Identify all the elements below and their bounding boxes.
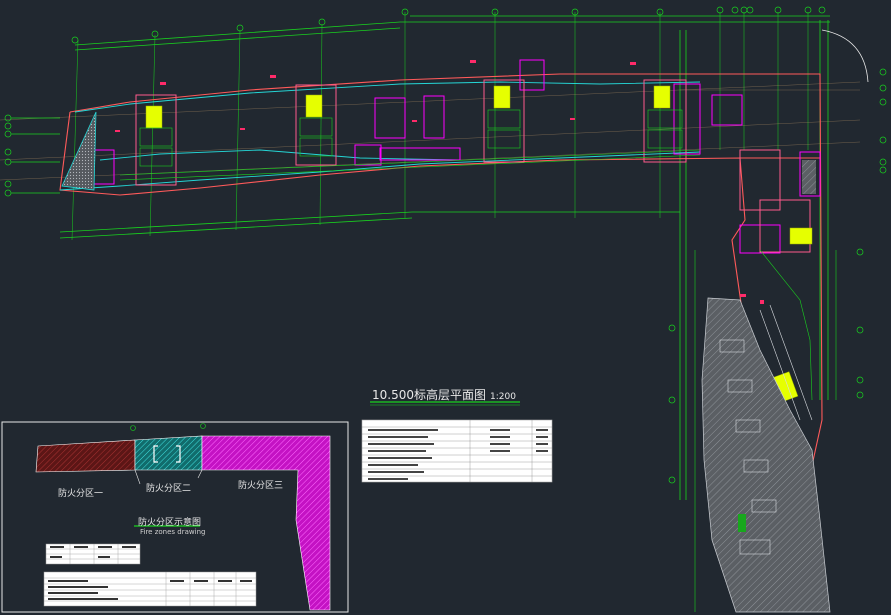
zone-one-area <box>35 439 136 473</box>
zone-two-label: 防火分区二 <box>146 484 192 494</box>
cad-drawing-canvas <box>0 6 887 613</box>
small-table-2 <box>43 571 257 607</box>
grid-axis-lines <box>71 12 809 241</box>
ne-curve <box>821 29 869 83</box>
core-rooms <box>119 109 701 181</box>
legend-table <box>361 419 553 483</box>
small-table-1 <box>45 543 141 565</box>
drawing-scale: 1:200 <box>490 392 516 402</box>
axis-bubbles-left <box>4 114 60 197</box>
east-hatch <box>802 160 816 194</box>
east-wing-green-patch <box>738 514 746 532</box>
zone-one-label: 防火分区一 <box>58 489 104 499</box>
drawing-title: 10.500标高层平面图 1:200 <box>372 386 516 403</box>
zone-two-area <box>134 435 203 471</box>
drawing-title-text: 10.500标高层平面图 <box>372 388 486 402</box>
fire-zone-title: 防火分区示意图 <box>138 518 202 528</box>
zone-three-label: 防火分区三 <box>238 481 284 491</box>
east-wing-hatch <box>701 297 831 613</box>
fire-zone-subtitle: Fire zones drawing <box>140 528 206 536</box>
west-end-ramp <box>61 111 97 191</box>
